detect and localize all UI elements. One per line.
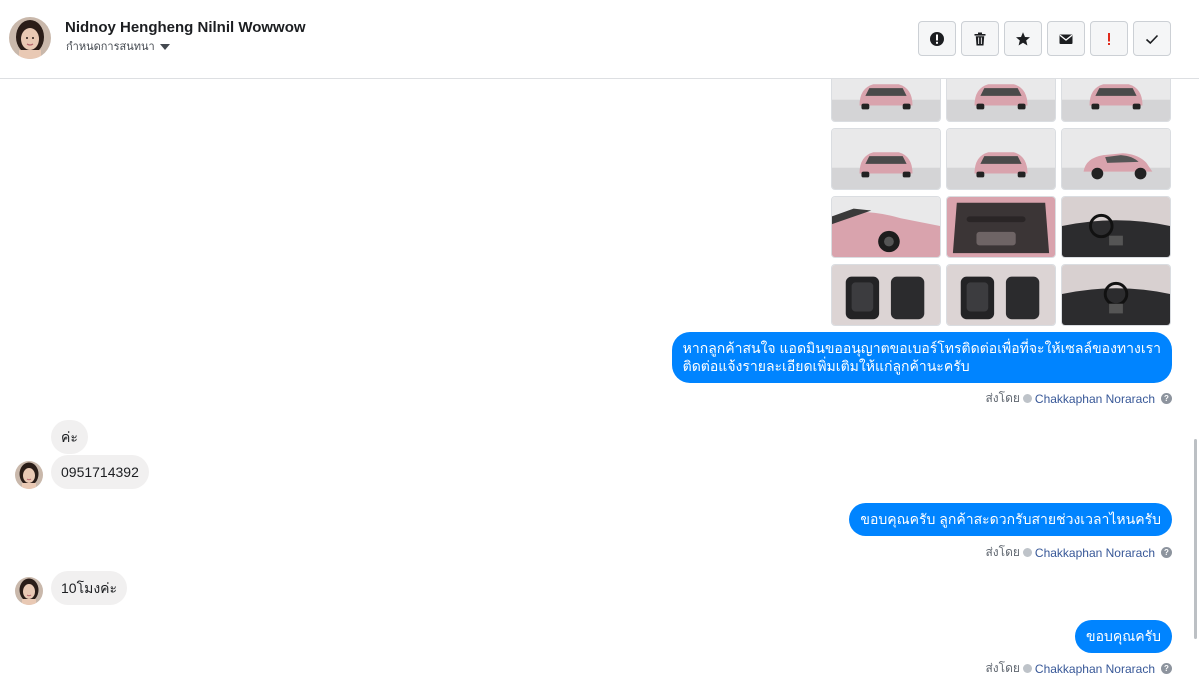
contact-avatar-small[interactable] (15, 577, 43, 605)
car-photo-thumbnail[interactable] (1061, 128, 1171, 190)
contact-name: Nidnoy Hengheng Nilnil Wowwow (65, 19, 306, 36)
help-icon[interactable]: ? (1161, 393, 1172, 404)
agent-name-link[interactable]: Chakkaphan Norarach (1035, 392, 1155, 406)
conversation-header: Nidnoy Hengheng Nilnil Wowwow กำหนดการสน… (0, 0, 1199, 79)
incoming-message[interactable]: 10โมงค่ะ (51, 571, 128, 605)
contact-avatar-small[interactable] (15, 461, 43, 489)
star-button[interactable] (1004, 21, 1042, 56)
car-photo-thumbnail[interactable] (831, 128, 941, 190)
contact-avatar[interactable] (9, 17, 51, 59)
help-icon[interactable]: ? (1161, 547, 1172, 558)
car-photo-thumbnail[interactable] (831, 196, 941, 258)
outgoing-message[interactable]: หากลูกค้าสนใจ แอดมินขออนุญาตขอเบอร์โทรติ… (671, 332, 1172, 383)
delete-button[interactable] (961, 21, 999, 56)
car-photo-thumbnail[interactable] (1061, 79, 1171, 122)
car-photo-thumbnail[interactable] (1061, 196, 1171, 258)
verified-icon (1022, 548, 1032, 557)
sent-by-label: ส่งโดย (985, 661, 1020, 675)
help-icon[interactable]: ? (1161, 663, 1172, 674)
trash-icon (974, 32, 986, 45)
scrollbar[interactable] (1194, 439, 1197, 639)
outgoing-message[interactable]: ขอบคุณครับ ลูกค้าสะดวกรับสายช่วงเวลาไหนค… (849, 503, 1172, 536)
report-spam-button[interactable] (918, 21, 956, 56)
verified-icon (1022, 664, 1032, 673)
mark-unread-button[interactable] (1047, 21, 1085, 56)
incoming-message[interactable]: ค่ะ (51, 420, 88, 454)
assign-conversation-dropdown[interactable]: กำหนดการสนทนา (66, 41, 170, 53)
conversation-toolbar (918, 21, 1171, 56)
check-icon (1145, 34, 1159, 44)
car-photo-thumbnail[interactable] (946, 79, 1056, 122)
car-photo-thumbnail[interactable] (831, 79, 941, 122)
sent-by-line: ส่งโดย Chakkaphan Norarach ? (985, 389, 1172, 408)
envelope-icon (1059, 34, 1073, 44)
car-photo-thumbnail[interactable] (1061, 264, 1171, 326)
caret-down-icon (159, 44, 170, 50)
car-photo-thumbnail[interactable] (946, 128, 1056, 190)
message-thread[interactable]: หากลูกค้าสนใจ แอดมินขออนุญาตขอเบอร์โทรติ… (0, 79, 1199, 693)
star-icon (1016, 31, 1030, 45)
sent-by-line: ส่งโดย Chakkaphan Norarach ? (985, 659, 1172, 678)
verified-icon (1022, 394, 1032, 403)
sent-by-label: ส่งโดย (985, 545, 1020, 559)
car-photo-thumbnail[interactable] (831, 264, 941, 326)
alert-circle-icon (930, 31, 944, 46)
assign-conversation-label: กำหนดการสนทนา (66, 41, 155, 53)
mark-done-button[interactable] (1133, 21, 1171, 56)
car-photo-thumbnail[interactable] (946, 196, 1056, 258)
agent-name-link[interactable]: Chakkaphan Norarach (1035, 662, 1155, 676)
sent-by-line: ส่งโดย Chakkaphan Norarach ? (985, 543, 1172, 562)
incoming-message[interactable]: 0951714392 (51, 455, 149, 489)
follow-up-button[interactable] (1090, 21, 1128, 56)
agent-name-link[interactable]: Chakkaphan Norarach (1035, 546, 1155, 560)
exclamation-icon (1108, 32, 1110, 45)
sent-by-label: ส่งโดย (985, 391, 1020, 405)
outgoing-message[interactable]: ขอบคุณครับ (1075, 620, 1172, 653)
car-photo-thumbnail[interactable] (946, 264, 1056, 326)
